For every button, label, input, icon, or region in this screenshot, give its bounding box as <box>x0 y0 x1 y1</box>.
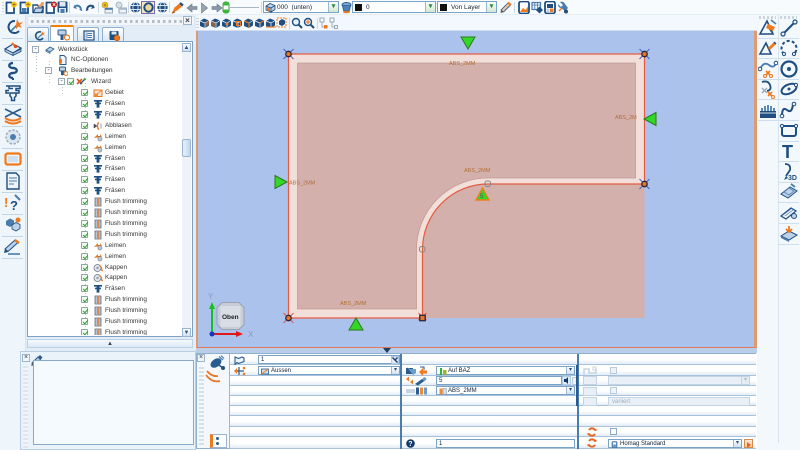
svg-text:ABS_2M: ABS_2M <box>615 115 637 121</box>
svg-text:X: X <box>248 330 254 339</box>
svg-text:?: ? <box>408 441 412 448</box>
svg-text:?: ? <box>10 198 18 213</box>
svg-text:ABS_2MM: ABS_2MM <box>340 301 367 307</box>
svg-text:3D: 3D <box>788 175 797 182</box>
svg-text:Y: Y <box>208 292 214 301</box>
svg-text:Oben: Oben <box>222 314 239 321</box>
svg-text:ABS_2MM: ABS_2MM <box>464 168 491 174</box>
svg-text:ABS_2MM: ABS_2MM <box>289 181 316 187</box>
svg-text:T: T <box>782 142 793 161</box>
svg-text:!: ! <box>4 195 8 210</box>
svg-text:ABS_2MM: ABS_2MM <box>449 61 476 67</box>
